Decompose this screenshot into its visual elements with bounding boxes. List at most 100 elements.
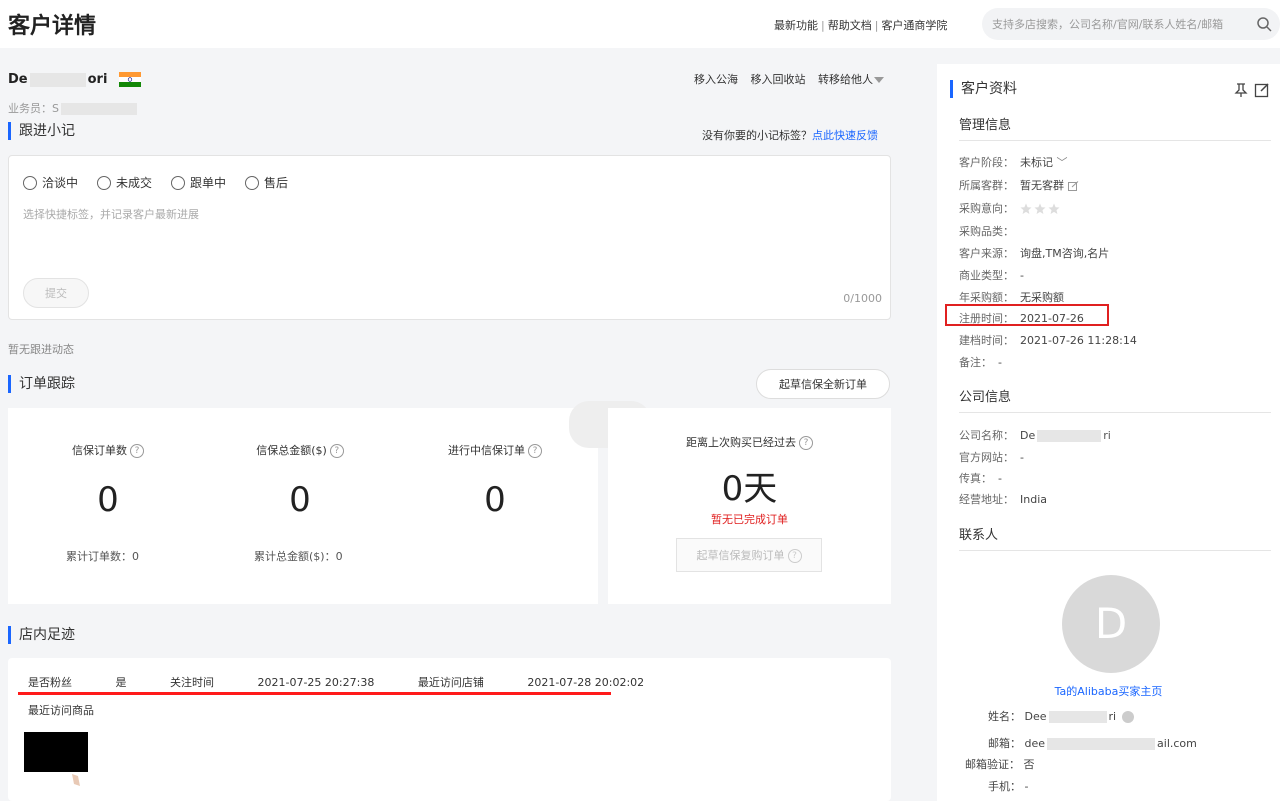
info-icon[interactable]	[1122, 711, 1135, 723]
followup-note-box: 洽谈中 未成交 跟单中 售后 提交 0/1000	[8, 155, 891, 320]
search-icon[interactable]	[1256, 16, 1272, 32]
customer-actions: 移入公海 移入回收站 转移给他人	[694, 71, 893, 87]
feedback-link[interactable]: 点此快速反馈	[812, 129, 878, 142]
field-remark: 备注： -	[959, 356, 1002, 369]
global-search	[982, 8, 1280, 40]
alibaba-profile-link[interactable]: Ta的Alibaba买家主页	[937, 683, 1280, 699]
char-counter: 0/1000	[843, 292, 882, 305]
masked-text	[1048, 711, 1107, 723]
customer-profile-panel: 客户资料 管理信息 客户阶段： 未标记 ﹀ 所属客群： 暂无客群 采购意向： 采购品…	[937, 64, 1280, 801]
days-since-purchase: 距离上次购买已经过去? 0天 暂无已完成订单 起草信保复购订单?	[608, 408, 891, 604]
days-value: 0天	[721, 469, 778, 509]
tag-after-sales[interactable]: 售后	[245, 174, 288, 191]
stat-amount: 信保总金额($)? 0	[200, 442, 400, 520]
pin-icon[interactable]	[1233, 82, 1249, 98]
no-order-text: 暂无已完成订单	[711, 513, 788, 526]
draft-order-button[interactable]: 起草信保全新订单	[756, 369, 890, 399]
field-website: 官方网站： -	[959, 451, 1024, 464]
orders-title: 订单跟踪	[8, 375, 75, 393]
manage-info-title: 管理信息	[959, 118, 1012, 133]
followup-tags: 洽谈中 未成交 跟单中 售后	[23, 174, 288, 191]
help-icon[interactable]: ?	[130, 444, 144, 458]
help-icon[interactable]: ?	[528, 444, 542, 458]
field-address: 经营地址： India	[959, 493, 1047, 506]
edit-small-icon[interactable]	[1067, 180, 1079, 192]
stat-in-progress: 进行中信保订单? 0	[395, 442, 595, 520]
field-company-name: 公司名称： De ri	[959, 429, 1111, 442]
edit-icon[interactable]	[1254, 82, 1270, 98]
highlight-underline	[18, 692, 611, 695]
masked-text	[1047, 738, 1156, 750]
radio-icon	[245, 175, 260, 190]
footprint-title: 店内足迹	[8, 626, 75, 644]
footprint-box: 是否粉丝 是 关注时间 2021-07-25 20:27:38 最近访问店铺 2…	[8, 658, 891, 801]
cum-orders: 累计订单数：0	[66, 550, 139, 563]
field-group: 所属客群： 暂无客群	[959, 177, 1079, 193]
profile-title: 客户资料	[950, 80, 1017, 98]
masked-text	[1037, 430, 1102, 442]
top-bar: 客户详情 最新功能 | 帮助文档 | 客户通商学院	[0, 0, 1280, 48]
india-flag-icon	[119, 72, 141, 87]
divider	[959, 140, 1271, 141]
star-icon[interactable]	[1048, 203, 1060, 215]
field-source: 客户来源： 询盘,TM咨询,名片	[959, 247, 1110, 260]
tag-tip: 没有你要的小记标签？点此快速反馈	[702, 129, 878, 142]
field-category: 采购品类：	[959, 225, 1014, 238]
contact-email: 邮箱： dee ail.com	[988, 737, 1197, 750]
field-business-type: 商业类型： -	[959, 269, 1024, 282]
avatar: D	[1062, 575, 1160, 673]
rebuy-order-button[interactable]: 起草信保复购订单?	[676, 538, 822, 572]
main-content: De ori 业务员：S 移入公海 移入回收站 转移给他人 跟进小记 没有你要的小…	[0, 48, 900, 801]
field-stage: 客户阶段： 未标记 ﹀	[959, 156, 1068, 169]
help-icon: ?	[787, 549, 802, 563]
product-image	[72, 774, 80, 786]
customer-name: De ori	[8, 72, 108, 87]
transfer-button[interactable]: 转移给他人	[818, 73, 884, 86]
company-info-title: 公司信息	[959, 390, 1012, 405]
field-annual-amount: 年采购额： 无采购额	[959, 291, 1064, 304]
top-links: 最新功能 | 帮助文档 | 客户通商学院	[774, 19, 948, 32]
link-help-docs[interactable]: 帮助文档	[828, 19, 872, 32]
star-icon[interactable]	[1034, 203, 1046, 215]
note-textarea[interactable]	[23, 206, 873, 266]
submit-button[interactable]: 提交	[23, 278, 89, 308]
radio-icon	[171, 175, 186, 190]
divider	[959, 550, 1271, 551]
help-icon[interactable]: ?	[329, 444, 344, 458]
move-to-recycle-button[interactable]: 移入回收站	[751, 73, 806, 86]
radio-icon	[97, 175, 112, 190]
masked-text	[60, 103, 137, 115]
masked-text	[29, 72, 86, 87]
footprint-info: 是否粉丝 是 关注时间 2021-07-25 20:27:38 最近访问店铺 2…	[28, 676, 645, 689]
link-new-features[interactable]: 最新功能	[774, 19, 818, 32]
order-stats: 信保订单数? 0 信保总金额($)? 0 进行中信保订单? 0 累计订单数：0 …	[8, 408, 598, 604]
contact-title: 联系人	[959, 528, 999, 543]
tag-not-closed[interactable]: 未成交	[97, 174, 152, 191]
contact-phone: 手机： -	[988, 780, 1029, 793]
salesperson: 业务员：S	[8, 100, 139, 116]
contact-name: 姓名： Dee ri	[988, 708, 1135, 724]
field-create-time: 建档时间： 2021-07-26 11:28:14	[959, 334, 1137, 347]
chevron-down-icon[interactable]: ﹀	[1057, 156, 1068, 169]
page-title: 客户详情	[8, 14, 97, 39]
field-intent: 采购意向：	[959, 200, 1062, 216]
link-academy[interactable]: 客户通商学院	[881, 19, 947, 32]
cum-amount: 累计总金额($)：0	[254, 550, 343, 563]
recent-products-label: 最近访问商品	[28, 704, 94, 717]
field-fax: 传真： -	[959, 472, 1002, 485]
star-icon[interactable]	[1020, 203, 1032, 215]
divider	[959, 412, 1271, 413]
help-icon[interactable]: ?	[799, 436, 813, 450]
stat-orders: 信保订单数? 0	[8, 442, 208, 520]
followup-title: 跟进小记	[8, 122, 75, 140]
tag-negotiating[interactable]: 洽谈中	[23, 174, 78, 191]
product-thumbnail[interactable]	[24, 732, 88, 772]
move-to-public-button[interactable]: 移入公海	[694, 73, 738, 86]
tag-following[interactable]: 跟单中	[171, 174, 226, 191]
register-highlight-box	[945, 304, 1109, 326]
search-input[interactable]	[992, 15, 1248, 33]
contact-email-verify: 邮箱验证： 否	[965, 758, 1035, 771]
radio-icon	[23, 175, 37, 190]
intent-stars[interactable]	[1020, 202, 1062, 215]
caret-down-icon	[874, 77, 884, 83]
